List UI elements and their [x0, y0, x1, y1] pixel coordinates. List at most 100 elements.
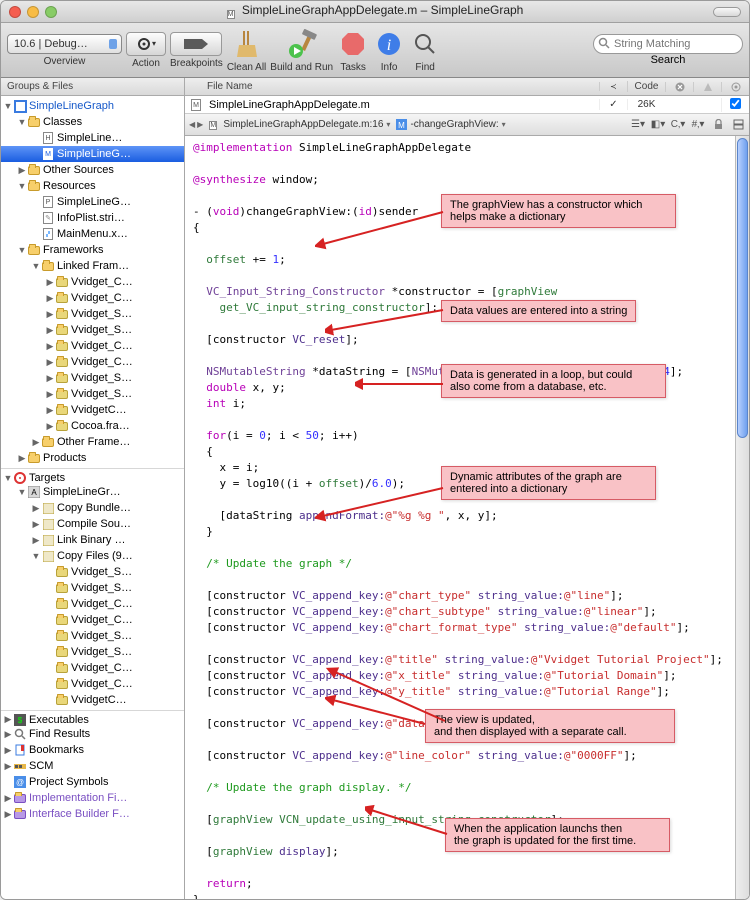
callout-constructor: The graphView has a constructor which he…	[441, 194, 676, 228]
tree-framework[interactable]: ▶Vvidget_S…	[1, 370, 184, 386]
tree-classes[interactable]: ▼Classes	[1, 114, 184, 130]
tree-framework[interactable]: ▶Cocoa.fra…	[1, 418, 184, 434]
stop-icon[interactable]	[337, 28, 369, 60]
tree-otherframe[interactable]: ▶Other Frame…	[1, 434, 184, 450]
tree-framework[interactable]: ▶Vvidget_S…	[1, 386, 184, 402]
tree-phase[interactable]: ▼Copy Files (9…	[1, 548, 184, 564]
tree-scm[interactable]: ▶SCM	[1, 758, 184, 774]
col-warn-icon[interactable]	[693, 82, 721, 92]
hammer-run-icon[interactable]	[286, 28, 318, 60]
callout-display: The view is updated, and then displayed …	[425, 709, 675, 743]
col-check-header[interactable]: ≺	[599, 82, 627, 91]
tree-file[interactable]: ✎InfoPlist.stri…	[1, 210, 184, 226]
buildrun-group: Build and Run	[270, 28, 333, 73]
tree-linkedframe[interactable]: ▼Linked Fram…	[1, 258, 184, 274]
col-err-icon[interactable]	[665, 82, 693, 92]
symbol-crumb[interactable]: M -changeGraphView:▾	[396, 119, 505, 130]
editor-navbar: ◀ ▶ M SimpleLineGraphAppDelegate.m:16▾ M…	[185, 114, 749, 136]
tree-file[interactable]: HSimpleLine…	[1, 130, 184, 146]
tree-framework[interactable]: ▶Vvidget_S…	[1, 306, 184, 322]
file-list-row[interactable]: MSimpleLineGraphAppDelegate.m ✓ 26K	[185, 96, 749, 114]
svg-text:$: $	[18, 716, 23, 725]
tree-phase-file[interactable]: VvidgetC…	[1, 692, 184, 708]
code-text[interactable]: @implementation SimpleLineGraphAppDelega…	[185, 136, 749, 899]
app-icon: A	[27, 485, 41, 499]
tree-phase-file[interactable]: Vvidget_C…	[1, 596, 184, 612]
target-icon	[13, 471, 27, 485]
tree-phase[interactable]: ▶Link Binary …	[1, 532, 184, 548]
tree-project[interactable]: ▼SimpleLineGraph	[1, 98, 184, 114]
tree-file-selected[interactable]: MSimpleLineG…	[1, 146, 184, 162]
tree-phase-file[interactable]: Vvidget_S…	[1, 580, 184, 596]
callout-datastring: Data values are entered into a string	[441, 300, 636, 322]
col-code-header[interactable]: Code	[627, 81, 665, 92]
tree-smart[interactable]: ▶Implementation Fi…	[1, 790, 184, 806]
breakpoints-button[interactable]	[170, 32, 222, 56]
tree-file[interactable]: PSimpleLineG…	[1, 194, 184, 210]
groups-files-tree[interactable]: ▼SimpleLineGraph ▼Classes HSimpleLine… M…	[1, 96, 185, 899]
svg-text:i: i	[387, 37, 391, 54]
tree-phase[interactable]: ▶Compile Sou…	[1, 516, 184, 532]
action-group: ▾ Action	[126, 32, 166, 69]
file-m-icon: M	[227, 5, 235, 20]
file-check: ✓	[599, 99, 627, 110]
nav-fwd-icon[interactable]: ▶	[197, 120, 203, 129]
file-size: 26K	[627, 99, 665, 110]
tree-smart[interactable]: ▶Interface Builder F…	[1, 806, 184, 822]
groups-header[interactable]: Groups & Files	[1, 78, 185, 95]
info-icon[interactable]: i	[373, 28, 405, 60]
tree-bookmarks[interactable]: ▶Bookmarks	[1, 742, 184, 758]
counterpart-hash-icon[interactable]: #‚▾	[691, 118, 705, 132]
breakpoint-nav-icon[interactable]: ◧▾	[651, 118, 665, 132]
file-crumb[interactable]: M SimpleLineGraphAppDelegate.m:16▾	[209, 119, 390, 130]
tree-framework[interactable]: ▶Vvidget_C…	[1, 274, 184, 290]
magnify-icon[interactable]	[409, 28, 441, 60]
tree-othersources[interactable]: ▶Other Sources	[1, 162, 184, 178]
file-target-check[interactable]	[721, 98, 749, 112]
tree-phase-file[interactable]: Vvidget_S…	[1, 644, 184, 660]
xcodeproj-icon	[13, 99, 27, 113]
split-icon[interactable]	[731, 118, 745, 132]
tree-framework[interactable]: ▶Vvidget_S…	[1, 322, 184, 338]
bookmark-nav-icon[interactable]: ☰▾	[631, 118, 645, 132]
code-editor[interactable]: @implementation SimpleLineGraphAppDelega…	[185, 136, 749, 899]
tree-framework[interactable]: ▶Vvidget_C…	[1, 290, 184, 306]
magnify-icon	[13, 727, 27, 741]
scrollbar-thumb[interactable]	[737, 138, 748, 438]
tree-phase[interactable]: ▶Copy Bundle…	[1, 500, 184, 516]
tree-framework[interactable]: ▶VvidgetC…	[1, 402, 184, 418]
lock-icon[interactable]	[711, 118, 725, 132]
callout-launch: When the application launchs then the gr…	[445, 818, 670, 852]
action-button[interactable]: ▾	[126, 32, 166, 56]
callout-loop: Data is generated in a loop, but could a…	[441, 364, 666, 398]
tree-framework[interactable]: ▶Vvidget_C…	[1, 338, 184, 354]
tree-target-app[interactable]: ▼ASimpleLineGr…	[1, 484, 184, 500]
search-input[interactable]	[593, 34, 743, 54]
tree-file[interactable]: MainMenu.x…	[1, 226, 184, 242]
exec-icon: $	[13, 713, 27, 727]
tree-targets[interactable]: ▼Targets	[1, 468, 184, 484]
search-icon	[598, 37, 610, 52]
tree-phase-file[interactable]: Vvidget_C…	[1, 660, 184, 676]
tree-findresults[interactable]: ▶Find Results	[1, 726, 184, 742]
search-group: Search	[593, 34, 743, 66]
tree-phase-file[interactable]: Vvidget_S…	[1, 628, 184, 644]
counterpart-c-icon[interactable]: C‚▾	[671, 118, 685, 132]
col-target-icon[interactable]	[721, 82, 749, 92]
file-m-icon: M	[209, 119, 220, 130]
tree-projsymbols[interactable]: @Project Symbols	[1, 774, 184, 790]
find-group: Find	[409, 28, 441, 73]
tree-resources[interactable]: ▼Resources	[1, 178, 184, 194]
vertical-scrollbar[interactable]	[735, 136, 749, 899]
scheme-popup[interactable]: 10.6 | Debug…▴▾	[7, 34, 122, 54]
tree-executables[interactable]: ▶$Executables	[1, 710, 184, 726]
tree-products[interactable]: ▶Products	[1, 450, 184, 466]
tree-phase-file[interactable]: Vvidget_C…	[1, 676, 184, 692]
tree-framework[interactable]: ▶Vvidget_C…	[1, 354, 184, 370]
tree-phase-file[interactable]: Vvidget_C…	[1, 612, 184, 628]
filename-header[interactable]: File Name	[185, 78, 599, 95]
nav-back-icon[interactable]: ◀	[189, 120, 195, 129]
broom-icon[interactable]	[231, 28, 263, 60]
tree-frameworks[interactable]: ▼Frameworks	[1, 242, 184, 258]
tree-phase-file[interactable]: Vvidget_S…	[1, 564, 184, 580]
